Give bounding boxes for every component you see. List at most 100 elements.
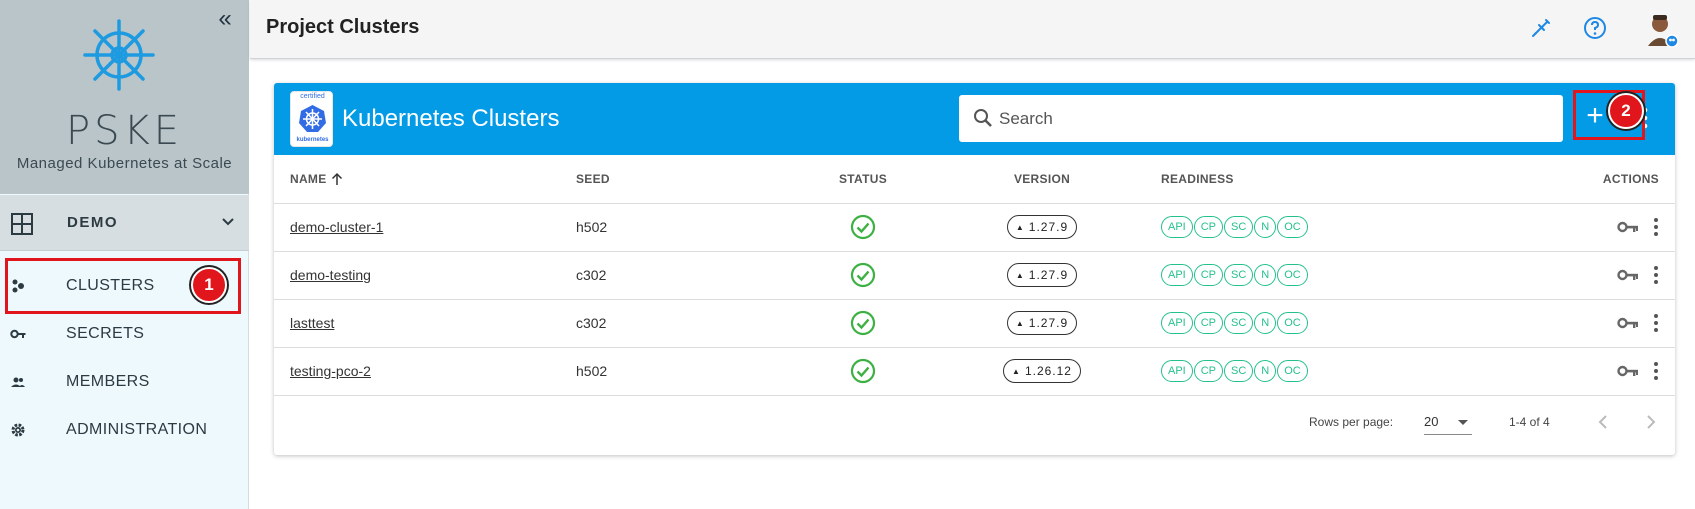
status-ready-check-icon	[850, 358, 876, 384]
kubernetes-wheel-icon	[299, 105, 326, 132]
readiness-chip[interactable]: OC	[1277, 264, 1308, 286]
more-vert-icon[interactable]	[1653, 265, 1659, 285]
collapse-sidebar-icon[interactable]: «	[212, 7, 238, 34]
cell-status	[789, 299, 937, 348]
cell-actions	[1567, 203, 1675, 252]
cell-name: demo-cluster-1	[274, 203, 576, 252]
project-selector[interactable]: DEMO	[0, 195, 249, 251]
gear-icon	[11, 423, 25, 437]
search-input[interactable]	[999, 104, 1549, 134]
cell-version: ▲ 1.27.9	[937, 299, 1147, 348]
readiness-chip[interactable]: SC	[1224, 312, 1254, 334]
version-chip: ▲ 1.27.9	[1006, 263, 1078, 287]
badge-certified-text: certified	[300, 93, 325, 100]
readiness-chip[interactable]: SC	[1224, 360, 1254, 382]
readiness-chip[interactable]: SC	[1224, 264, 1254, 286]
cell-actions	[1567, 347, 1675, 396]
cell-seed: c302	[576, 299, 789, 348]
readiness-chip[interactable]: API	[1161, 264, 1193, 286]
rows-per-page-select[interactable]: 20	[1424, 409, 1472, 435]
column-header-readiness: READINESS	[1147, 155, 1567, 204]
readiness-chip[interactable]: OC	[1277, 312, 1308, 334]
more-vert-icon[interactable]	[1653, 217, 1659, 237]
cell-version: ▲ 1.27.9	[937, 251, 1147, 300]
topbar: Project Clusters	[250, 0, 1695, 59]
sidebar-item-label: SECRETS	[66, 325, 145, 342]
search-box	[959, 95, 1563, 142]
column-label-name: NAME	[290, 171, 327, 186]
plug-icon[interactable]	[1529, 16, 1553, 40]
grid-icon	[11, 213, 33, 235]
cluster-name-link[interactable]: lasttest	[290, 315, 334, 331]
cluster-name-link[interactable]: demo-cluster-1	[290, 219, 383, 235]
kubeconfig-key-icon[interactable]	[1617, 315, 1639, 331]
readiness-chip[interactable]: OC	[1277, 360, 1308, 382]
page-title: Project Clusters	[266, 16, 420, 38]
step-badge-1: 1	[191, 267, 227, 303]
dropdown-caret-icon	[1458, 420, 1468, 425]
cell-status	[789, 203, 937, 252]
next-page-icon[interactable]	[1639, 410, 1663, 434]
cell-name: demo-testing	[274, 251, 576, 300]
clusters-card: certified kubernetes Kubernetes Clusters	[274, 83, 1675, 455]
sidebar-item-secrets[interactable]: SECRETS	[0, 310, 249, 358]
status-ready-check-icon	[850, 214, 876, 240]
readiness-chip[interactable]: CP	[1193, 360, 1224, 382]
sidebar-item-administration[interactable]: ADMINISTRATION	[0, 406, 249, 454]
sort-arrow-up-icon	[332, 172, 343, 185]
card-title: Kubernetes Clusters	[342, 105, 560, 132]
sidebar-item-label: ADMINISTRATION	[66, 421, 208, 438]
avatar[interactable]	[1646, 12, 1678, 48]
column-header-status[interactable]: STATUS	[789, 155, 937, 204]
upgrade-arrow-icon: ▲	[1015, 271, 1025, 280]
kubernetes-certified-logo: certified kubernetes	[290, 91, 333, 147]
readiness-chip[interactable]: API	[1161, 360, 1193, 382]
pagination-range: 1-4 of 4	[1509, 415, 1550, 429]
readiness-chip[interactable]: CP	[1193, 216, 1224, 238]
cell-readiness: API CP SC N OC	[1147, 203, 1567, 252]
column-header-version[interactable]: VERSION	[937, 155, 1147, 204]
brand-subtitle: Managed Kubernetes at Scale	[16, 155, 233, 172]
column-header-name[interactable]: NAME	[274, 155, 576, 204]
sidebar-item-members[interactable]: MEMBERS	[0, 358, 249, 406]
readiness-chip[interactable]: OC	[1277, 216, 1308, 238]
readiness-chip[interactable]: CP	[1193, 264, 1224, 286]
help-icon[interactable]	[1583, 16, 1607, 40]
readiness-chip[interactable]: API	[1161, 216, 1193, 238]
version-chip: ▲ 1.27.9	[1006, 215, 1078, 239]
version-chip: ▲ 1.26.12	[1003, 359, 1081, 383]
more-vert-icon[interactable]	[1653, 313, 1659, 333]
cluster-name-link[interactable]: demo-testing	[290, 267, 371, 283]
readiness-chip[interactable]: CP	[1193, 312, 1224, 334]
brand-title: PSKE	[65, 108, 183, 154]
readiness-chip[interactable]: N	[1254, 312, 1277, 334]
readiness-chip[interactable]: N	[1254, 216, 1277, 238]
version-text: 1.26.12	[1024, 364, 1072, 378]
badge-kubernetes-text: kubernetes	[296, 137, 329, 143]
rows-per-page-label: Rows per page:	[1309, 415, 1394, 429]
kubeconfig-key-icon[interactable]	[1617, 219, 1639, 235]
table-body: demo-cluster-1 h502 ▲ 1.27.9 API CP SC N OC demo-…	[274, 203, 1675, 396]
status-ready-check-icon	[850, 262, 876, 288]
readiness-chip[interactable]: N	[1254, 264, 1277, 286]
cell-seed: h502	[576, 347, 789, 396]
table-row: lasttest c302 ▲ 1.27.9 API CP SC N OC	[274, 299, 1675, 348]
helm-wheel-logo-icon	[83, 19, 155, 91]
kubeconfig-key-icon[interactable]	[1617, 363, 1639, 379]
cell-actions	[1567, 251, 1675, 300]
more-vert-icon[interactable]	[1653, 361, 1659, 381]
kubeconfig-key-icon[interactable]	[1617, 267, 1639, 283]
project-name: DEMO	[67, 214, 118, 231]
readiness-chip[interactable]: SC	[1224, 216, 1254, 238]
clusters-table: NAME SEED STATUS VERSION READINESS ACTIO…	[274, 155, 1675, 396]
upgrade-arrow-icon: ▲	[1015, 223, 1025, 232]
readiness-chip[interactable]: API	[1161, 312, 1193, 334]
key-icon	[10, 329, 26, 339]
readiness-chip[interactable]: N	[1254, 360, 1277, 382]
card-header: certified kubernetes Kubernetes Clusters	[274, 83, 1675, 155]
app-root: « PSKE Managed Kubernetes at Scale DEMO …	[0, 0, 1695, 509]
previous-page-icon[interactable]	[1591, 410, 1615, 434]
column-header-seed[interactable]: SEED	[576, 155, 789, 204]
cell-name: lasttest	[274, 299, 576, 348]
cluster-name-link[interactable]: testing-pco-2	[290, 363, 371, 379]
